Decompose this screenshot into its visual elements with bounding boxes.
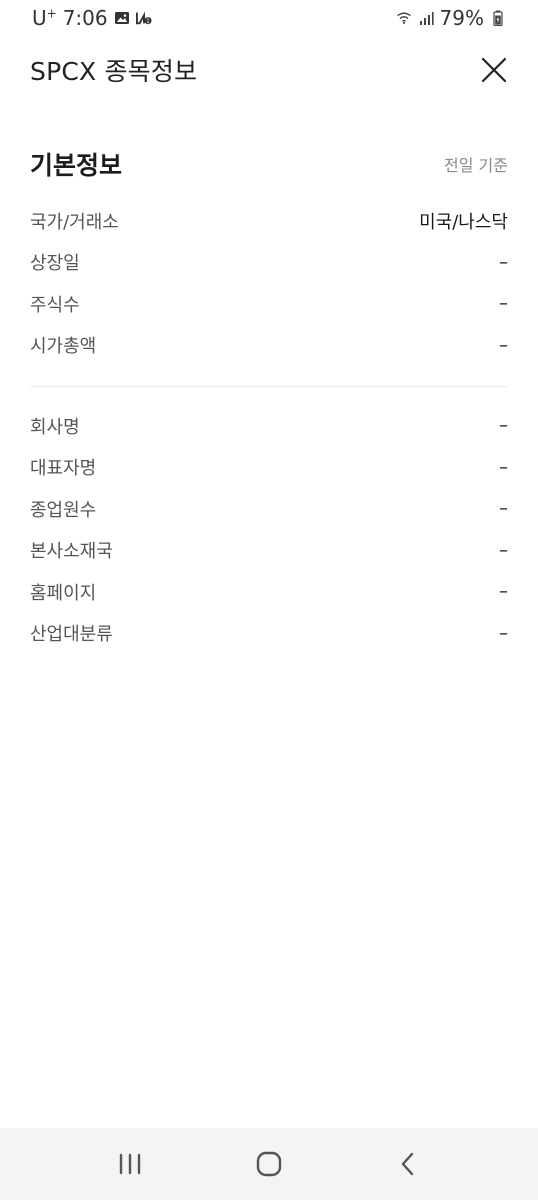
back-button[interactable] <box>378 1134 438 1194</box>
info-label: 국가/거래소 <box>30 211 119 233</box>
info-value: 미국/나스닥 <box>419 211 508 233</box>
notification-badge-icon: 1 <box>135 10 152 26</box>
info-label: 대표자명 <box>30 458 97 480</box>
info-value: – <box>499 456 508 478</box>
info-row-industry: 산업대분류 – <box>30 613 508 655</box>
info-value: – <box>499 622 508 644</box>
info-value: – <box>499 251 508 273</box>
battery-percent: 79% <box>439 6 484 30</box>
recent-apps-icon <box>119 1153 140 1175</box>
signal-icon <box>418 10 434 26</box>
info-label: 상장일 <box>30 253 80 275</box>
status-right: 79% <box>396 6 506 30</box>
info-label: 종업원수 <box>30 499 97 521</box>
divider <box>30 386 508 387</box>
info-label: 시가총액 <box>30 336 97 358</box>
section-note: 전일 기준 <box>444 156 508 175</box>
header: SPCX 종목정보 <box>0 46 538 94</box>
info-row-hq-country: 본사소재국 – <box>30 530 508 572</box>
home-button[interactable] <box>239 1134 299 1194</box>
back-icon <box>402 1152 414 1176</box>
info-value: – <box>499 415 508 437</box>
info-value: – <box>499 581 508 603</box>
info-row-listing-date: 상장일 – <box>30 242 508 284</box>
battery-icon <box>490 10 506 26</box>
info-row-homepage: 홈페이지 – <box>30 571 508 613</box>
carrier-label: U+ <box>32 6 57 30</box>
wifi-icon <box>396 10 412 26</box>
company-info-list: 회사명 – 대표자명 – 종업원수 – 본사소재국 – 홈페이지 – 산업대분류… <box>30 405 508 654</box>
info-value: – <box>499 539 508 561</box>
close-icon <box>481 57 507 83</box>
info-value: – <box>499 498 508 520</box>
info-label: 본사소재국 <box>30 541 113 563</box>
info-row-ceo: 대표자명 – <box>30 447 508 489</box>
info-row-employees: 종업원수 – <box>30 488 508 530</box>
status-time: 7:06 <box>62 6 108 30</box>
section-title: 기본정보 <box>30 151 123 180</box>
info-value: – <box>499 293 508 315</box>
home-icon <box>256 1151 282 1177</box>
info-label: 주식수 <box>30 294 80 316</box>
close-button[interactable] <box>474 50 514 90</box>
info-row-company-name: 회사명 – <box>30 405 508 447</box>
info-row-shares: 주식수 – <box>30 283 508 325</box>
status-bar: U+ 7:06 1 79% <box>0 0 538 36</box>
info-value: – <box>499 334 508 356</box>
status-left: U+ 7:06 1 <box>32 6 152 30</box>
gallery-icon <box>114 10 130 26</box>
basic-info-list: 국가/거래소 미국/나스닥 상장일 – 주식수 – 시가총액 – <box>30 200 508 366</box>
recent-apps-button[interactable] <box>100 1134 160 1194</box>
info-label: 회사명 <box>30 416 80 438</box>
section-header: 기본정보 전일 기준 <box>30 144 508 184</box>
info-row-market-cap: 시가총액 – <box>30 325 508 367</box>
page-title: SPCX 종목정보 <box>30 57 198 86</box>
info-label: 산업대분류 <box>30 624 113 646</box>
info-row-country-exchange: 국가/거래소 미국/나스닥 <box>30 200 508 242</box>
system-nav-bar <box>0 1128 538 1200</box>
info-label: 홈페이지 <box>30 582 97 604</box>
svg-text:1: 1 <box>146 19 150 25</box>
